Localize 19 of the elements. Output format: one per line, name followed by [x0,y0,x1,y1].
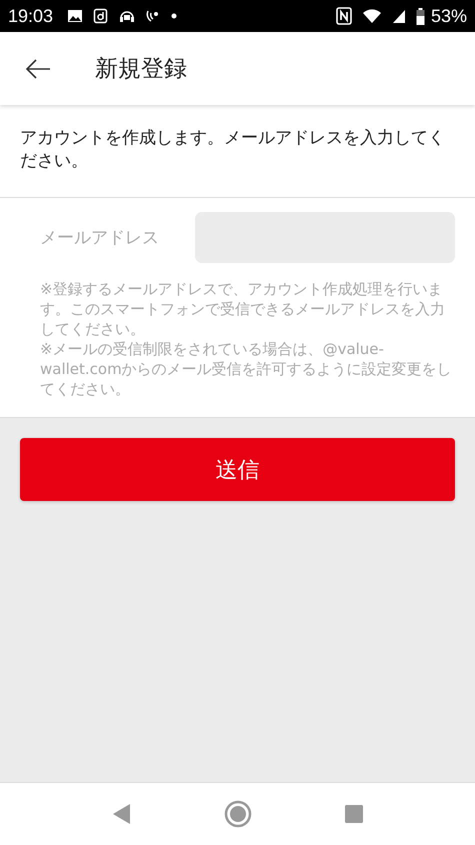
intro-text: アカウントを作成します。メールアドレスを入力してください。 [20,127,446,173]
battery-percent: 53% [430,6,467,26]
status-time: 19:03 [8,6,54,26]
recents-icon[interactable] [344,804,364,824]
submit-button[interactable]: 送信 [20,438,455,501]
battery-icon [416,8,425,24]
app-icon [93,8,110,24]
note-text: ※登録するメールアドレスで、アカウント作成処理を行います。このスマートフォンで受信できるメールアドレスを入力してください。 [40,279,446,339]
note-text: ※メールの受信制限をされている場合は、@value-wallet.comからのメール受信を許可するように設定変更をしてください。 [40,339,453,399]
back-arrow-icon[interactable] [25,58,51,78]
page-title: 新規登録 [95,55,187,84]
image-icon [67,9,84,23]
email-label: メールアドレス [40,227,160,249]
wifi-icon [362,8,382,24]
cell-signal-icon [392,8,406,24]
nfc-icon [336,7,352,25]
dot-icon [171,13,178,19]
back-icon[interactable] [112,803,132,825]
home-icon[interactable] [224,800,252,828]
